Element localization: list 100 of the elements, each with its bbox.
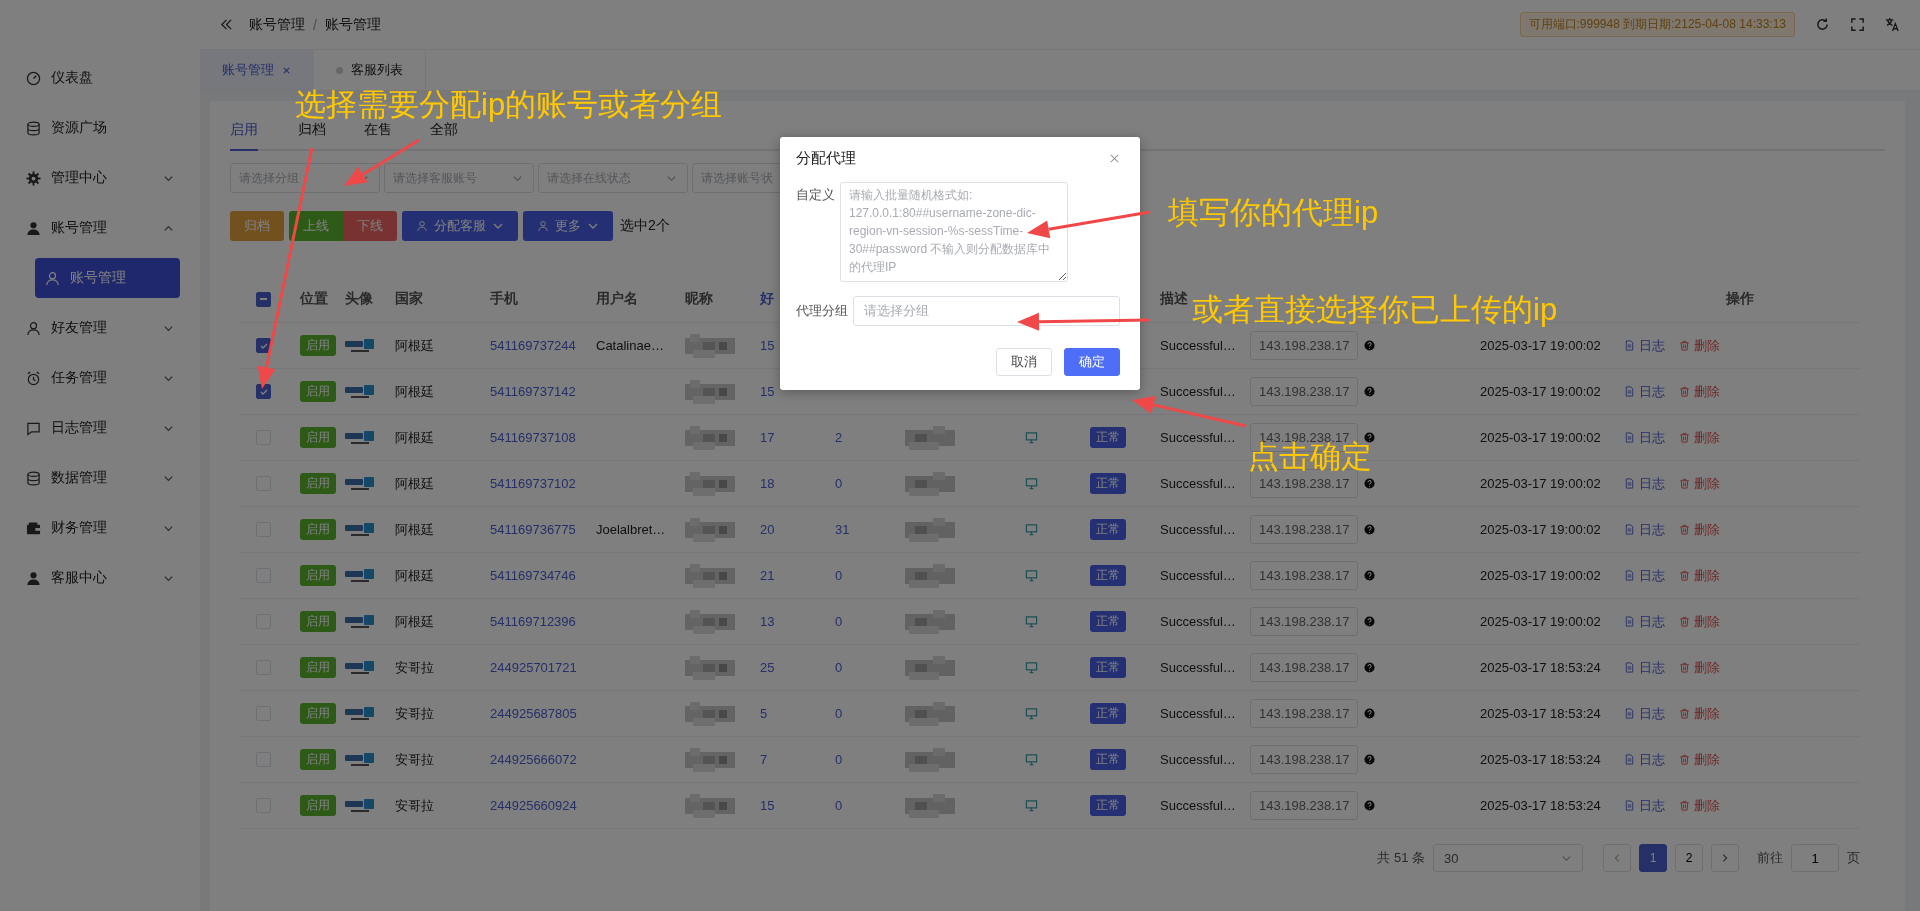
friends-count[interactable]: 7 [760,752,768,767]
help-icon[interactable] [1364,754,1376,765]
toolbar-button[interactable]: 归档 [230,211,284,241]
log-link[interactable]: 日志 [1624,336,1665,355]
friends-count[interactable]: 15 [760,338,775,353]
proxy-textarea[interactable]: 请输入批量随机格式如: 127.0.0.1:80##username-zone-dic-region-vn-session-%s-sessTime-30##password 不输入则分配数据库中的代理IP [840,182,1068,282]
sidebar-item[interactable]: 账号管理 [0,203,200,253]
log-link[interactable]: 日志 [1624,612,1665,631]
refresh-icon[interactable] [1815,17,1830,32]
delete-link[interactable]: 删除 [1679,520,1720,539]
proxy-ip-field[interactable]: 143.198.238.17 [1250,561,1359,590]
help-icon[interactable] [1364,662,1376,673]
page-tab[interactable]: 客服列表 [314,50,426,90]
toolbar-button[interactable]: 更多 [523,211,613,241]
page-input[interactable]: 1 [1791,844,1839,872]
friends-count[interactable]: 13 [760,614,775,629]
help-icon[interactable] [1364,524,1376,535]
delete-link[interactable]: 删除 [1679,382,1720,401]
sidebar-item[interactable]: 任务管理 [0,353,200,403]
help-icon[interactable] [1364,340,1376,351]
proxy-ip-field[interactable]: 143.198.238.17 [1250,607,1359,636]
delete-link[interactable]: 删除 [1679,750,1720,769]
toolbar-button[interactable]: 上线 [289,211,343,241]
friends-count[interactable]: 25 [760,660,775,675]
page-button[interactable]: 2 [1675,844,1703,872]
count-cell[interactable]: 0 [835,476,843,491]
friends-count[interactable]: 15 [760,798,775,813]
count-cell[interactable]: 0 [835,706,843,721]
status-tab[interactable]: 在售 [352,121,404,149]
count-cell[interactable]: 0 [835,660,843,675]
delete-link[interactable]: 删除 [1679,612,1720,631]
proxy-ip-field[interactable]: 143.198.238.17 [1250,699,1359,728]
proxy-ip-field[interactable]: 143.198.238.17 [1250,653,1359,682]
sidebar-item[interactable]: 财务管理 [0,503,200,553]
status-tab[interactable]: 启用 [230,121,258,151]
log-link[interactable]: 日志 [1624,474,1665,493]
count-cell[interactable]: 0 [835,752,843,767]
proxy-ip-field[interactable]: 143.198.238.17 [1250,331,1359,360]
status-tab[interactable]: 全部 [418,121,470,149]
page-size-select[interactable]: 30 [1433,844,1583,872]
help-icon[interactable] [1364,386,1376,397]
toolbar-button[interactable]: 分配客服 [402,211,518,241]
phone-link[interactable]: 541169712396 [490,614,576,629]
friends-count[interactable]: 18 [760,476,775,491]
friends-count[interactable]: 15 [760,384,775,399]
delete-link[interactable]: 删除 [1679,704,1720,723]
phone-link[interactable]: 541169736775 [490,522,576,537]
friends-count[interactable]: 20 [760,522,775,537]
sidebar-item[interactable]: 资源广场 [0,103,200,153]
phone-link[interactable]: 541169737142 [490,384,576,399]
delete-link[interactable]: 删除 [1679,428,1720,447]
count-cell[interactable]: 31 [835,522,850,537]
delete-link[interactable]: 删除 [1679,658,1720,677]
proxy-group-select[interactable]: 请选择分组 [853,296,1120,326]
page-tab[interactable]: 账号管理 [200,50,314,90]
proxy-ip-field[interactable]: 143.198.238.17 [1250,745,1359,774]
log-link[interactable]: 日志 [1624,750,1665,769]
breadcrumb-item[interactable]: 账号管理 [249,15,305,34]
page-button[interactable]: 1 [1639,844,1667,872]
friends-count[interactable]: 21 [760,568,775,583]
friends-count[interactable]: 5 [760,706,768,721]
column-header[interactable]: 好 [760,290,774,308]
sidebar-item[interactable]: 日志管理 [0,403,200,453]
phone-link[interactable]: 541169737244 [490,338,576,353]
count-cell[interactable]: 0 [835,798,843,813]
log-link[interactable]: 日志 [1624,704,1665,723]
delete-link[interactable]: 删除 [1679,796,1720,815]
help-icon[interactable] [1364,570,1376,581]
log-link[interactable]: 日志 [1624,796,1665,815]
delete-link[interactable]: 删除 [1679,566,1720,585]
proxy-ip-field[interactable]: 143.198.238.17 [1250,377,1359,406]
confirm-button[interactable]: 确定 [1064,348,1120,376]
phone-link[interactable]: 541169737108 [490,430,576,445]
collapse-icon[interactable] [220,18,233,31]
sidebar-item[interactable]: 客服中心 [0,553,200,603]
close-icon[interactable] [282,65,291,75]
friends-count[interactable]: 17 [760,430,775,445]
log-link[interactable]: 日志 [1624,382,1665,401]
proxy-ip-field[interactable]: 143.198.238.17 [1250,515,1359,544]
phone-link[interactable]: 244925701721 [490,660,577,675]
sidebar-item[interactable]: 管理中心 [0,153,200,203]
help-icon[interactable] [1364,432,1376,443]
help-icon[interactable] [1364,478,1376,489]
log-link[interactable]: 日志 [1624,566,1665,585]
phone-link[interactable]: 244925687805 [490,706,577,721]
phone-link[interactable]: 244925660924 [490,798,577,813]
sidebar-item[interactable]: 数据管理 [0,453,200,503]
translate-icon[interactable] [1885,17,1900,32]
row-checkbox[interactable] [256,384,271,399]
help-icon[interactable] [1364,800,1376,811]
phone-link[interactable]: 541169734746 [490,568,576,583]
sidebar-item[interactable]: 仪表盘 [0,53,200,103]
phone-link[interactable]: 244925666072 [490,752,577,767]
help-icon[interactable] [1364,708,1376,719]
fullscreen-icon[interactable] [1850,17,1865,32]
cancel-button[interactable]: 取消 [996,348,1052,376]
sidebar-subitem[interactable]: 账号管理 [35,258,180,298]
count-cell[interactable]: 2 [835,430,843,445]
count-cell[interactable]: 0 [835,568,843,583]
sidebar-item[interactable]: 好友管理 [0,303,200,353]
